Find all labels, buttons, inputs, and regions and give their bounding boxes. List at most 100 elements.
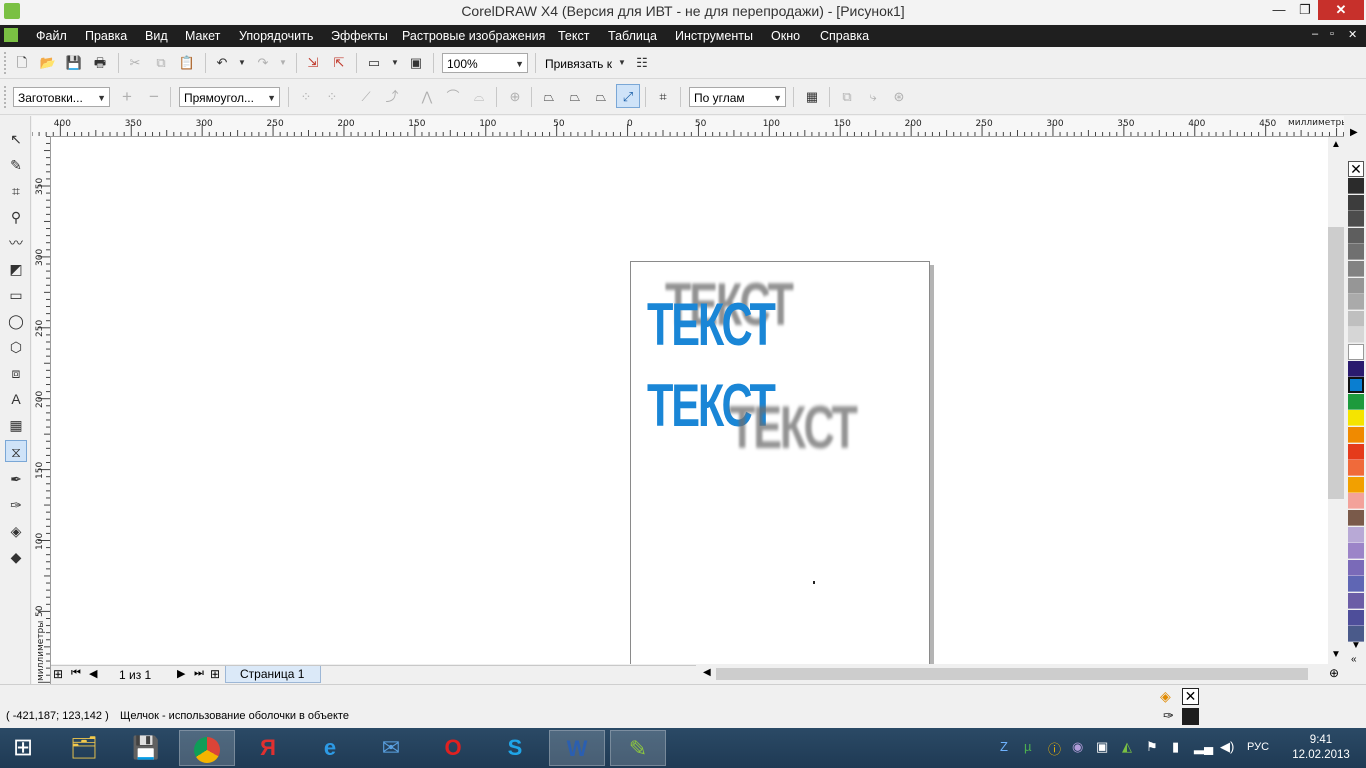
vertical-scroll-thumb[interactable] [1328,227,1344,499]
clear-envelope-icon[interactable]: ⊛ [890,88,908,106]
horizontal-scroll-thumb[interactable] [716,668,1308,680]
smart-fill-tool-icon[interactable]: ◩ [5,258,27,280]
cut-icon[interactable]: ✂ [126,54,144,72]
toolbar-grip[interactable] [4,52,10,74]
double-arc-mode-icon[interactable]: ⏢ [592,88,610,106]
redo-icon[interactable]: ↷ [254,54,272,72]
undo-icon[interactable]: ↶ [213,54,231,72]
doc-restore-button[interactable]: ▫ [1330,28,1334,40]
zoom-tool-icon[interactable]: ⚲ [5,206,27,228]
save-app-icon[interactable]: 💾 [118,730,174,766]
volume-icon[interactable]: ◀) [1220,739,1234,755]
menu-view[interactable]: Вид [145,29,168,43]
opera-icon[interactable]: O [425,730,481,766]
convert-to-line-icon[interactable]: ⟋ [357,88,375,106]
palette-swatch[interactable] [1348,410,1364,427]
polygon-tool-icon[interactable]: ⬡ [5,336,27,358]
info-icon[interactable]: ⓘ [1048,739,1061,758]
keep-lines-icon[interactable]: ▦ [803,88,821,106]
text-tool-icon[interactable]: A [5,388,27,410]
palette-swatch[interactable] [1348,460,1364,477]
pick-envelope-icon[interactable]: ⤷ [864,88,882,106]
wifi-signal-icon[interactable]: ▂▄ [1194,739,1213,755]
drawing-page[interactable]: ТЕКСТ ТЕКСТ ТЕКСТ ТЕКСТ [630,261,930,664]
menu-arrange[interactable]: Упорядочить [239,29,313,43]
import-icon[interactable]: ⇲ [304,54,322,72]
vertical-ruler[interactable]: 350 300 250 200 150 100 50 миллиметры [32,136,51,684]
menu-edit[interactable]: Правка [85,29,127,43]
redo-dropdown-icon[interactable]: ▼ [274,54,292,72]
crop-tool-icon[interactable]: ⌗ [5,180,27,202]
coreldraw-taskbar-icon[interactable]: ✎ [610,730,666,766]
text-object-top[interactable]: ТЕКСТ [647,290,776,359]
doc-minimize-button[interactable]: – [1312,28,1318,40]
save-icon[interactable]: 💾 [65,54,83,72]
scroll-left-icon[interactable]: ◀ [703,667,711,678]
options-icon[interactable]: ☷ [633,54,651,72]
palette-swatch[interactable] [1348,244,1364,261]
palette-swatch[interactable] [1348,476,1364,493]
internet-explorer-icon[interactable]: e [302,730,358,766]
scroll-down-icon[interactable]: ▼ [1331,649,1341,660]
unconstrained-mode-icon[interactable]: ⤢ [616,84,640,108]
node-marker[interactable] [813,581,815,584]
open-folder-icon[interactable]: 📂 [39,54,57,72]
palette-swatch[interactable] [1348,178,1364,194]
maximize-button[interactable]: ❐ [1292,0,1318,20]
interactive-fill-tool-icon[interactable]: ◆ [5,546,27,568]
palette-swatch[interactable] [1348,310,1364,327]
freehand-tool-icon[interactable]: 〰 [5,232,27,254]
mail-icon[interactable]: ✉ [363,730,419,766]
convert-to-curve-icon[interactable]: ⤴ [383,88,401,106]
menu-tools[interactable]: Инструменты [675,29,753,43]
envelope-tool-icon[interactable]: ⧖ [5,440,27,462]
document-icon[interactable] [4,28,18,42]
palette-swatch[interactable] [1348,211,1364,228]
add-page-after-icon[interactable]: ⊞ [210,667,220,681]
palette-swatch[interactable] [1348,277,1364,294]
text-object-shadow-bottom[interactable]: ТЕКСТ [729,393,858,462]
straight-line-mode-icon[interactable]: ⏢ [540,88,558,106]
palette-swatch[interactable] [1348,227,1364,244]
last-page-icon[interactable]: ⏭ [194,667,204,680]
horizontal-ruler[interactable]: 400 350 300 250 200 150 100 50 0 50 100 150 200 250 30… [32,116,1344,137]
outline-tool-icon[interactable]: ✑ [5,494,27,516]
snap-dropdown-icon[interactable]: ▼ [613,54,631,72]
symmetrical-node-icon[interactable]: ⌓ [470,88,488,106]
input-language[interactable]: РУС [1247,741,1269,753]
menu-bitmaps[interactable]: Растровые изображения [402,29,545,43]
export-icon[interactable]: ⇱ [330,54,348,72]
menu-table[interactable]: Таблица [608,29,657,43]
basic-shapes-tool-icon[interactable]: ⧈ [5,362,27,384]
skype-icon[interactable]: S [487,730,543,766]
palette-swatch[interactable] [1348,609,1364,626]
tray-app-icon[interactable]: Z [1000,739,1008,754]
tray-network-app-icon[interactable]: ◉ [1072,739,1083,755]
start-windows-icon[interactable]: ⊞ [0,730,46,766]
menu-layout[interactable]: Макет [185,29,220,43]
palette-swatch[interactable] [1348,526,1364,543]
drawing-canvas[interactable]: ТЕКСТ ТЕКСТ ТЕКСТ ТЕКСТ [51,137,1328,664]
palette-swatch[interactable] [1348,360,1364,377]
eyedropper-tool-icon[interactable]: ✒ [5,468,27,490]
menu-text[interactable]: Текст [558,29,589,43]
palette-swatch[interactable] [1348,261,1364,277]
add-new-envelope-icon[interactable]: ⊕ [506,88,524,106]
single-arc-mode-icon[interactable]: ⏢ [566,88,584,106]
ellipse-tool-icon[interactable]: ◯ [5,310,27,332]
previous-page-icon[interactable]: ◀ [89,667,97,680]
palette-swatch[interactable] [1348,543,1364,560]
snap-to-button[interactable]: Привязать к [545,57,612,71]
palette-swatch[interactable] [1348,377,1364,394]
doc-close-button[interactable]: ✕ [1348,28,1357,41]
battery-icon[interactable]: ▮ [1172,739,1179,755]
envelope-shape-select[interactable]: Прямоугол... ▼ [179,87,280,107]
scroll-up-icon[interactable]: ▲ [1331,139,1341,150]
close-button[interactable]: ✕ [1318,0,1364,20]
cusp-node-icon[interactable]: ⋀ [418,88,436,106]
fill-tool-icon[interactable]: ◈ [5,520,27,542]
outline-color-swatch[interactable] [1182,708,1199,725]
palette-swatch[interactable] [1348,194,1364,211]
vertical-scrollbar[interactable]: ▲ ▼ [1328,137,1344,664]
outline-pen-icon[interactable]: ✑ [1163,708,1174,724]
